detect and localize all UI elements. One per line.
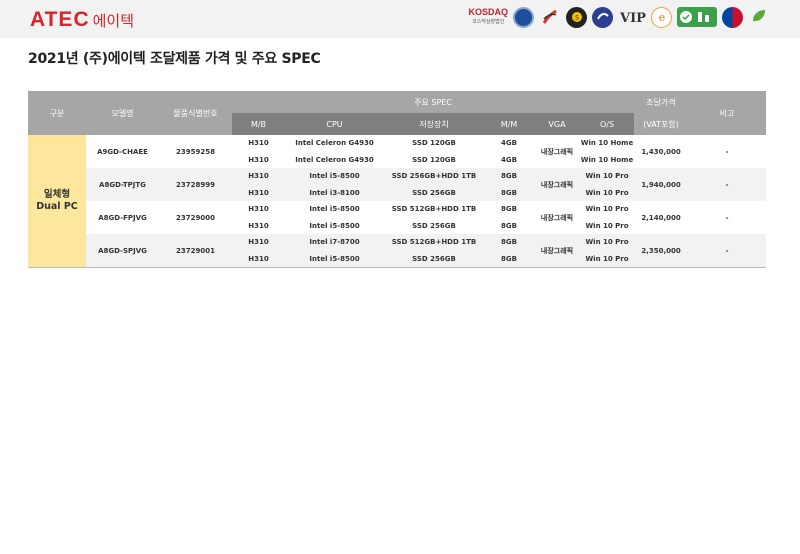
col-os: O/S (580, 113, 635, 135)
note-cell: - (688, 168, 767, 201)
product-id: 23728999 (159, 168, 232, 201)
note-cell: - (725, 147, 729, 156)
vga-cell: 내장그래픽 (540, 213, 574, 222)
mm-cell: 8GB (484, 184, 534, 201)
cpu-cell: Intel i5-8500 (309, 205, 360, 214)
storage-cell: SSD 256GB+HDD 1TB (384, 168, 484, 185)
mb-cell: H310 (248, 139, 269, 148)
mb-cell: H310 (232, 250, 285, 268)
mb-cell: H310 (232, 184, 285, 201)
storage-cell: SSD 120GB (412, 155, 456, 164)
product-id: 23729000 (176, 213, 215, 222)
page-title: 2021년 (주)에이텍 조달제품 가격 및 주요 SPEC (28, 51, 321, 67)
storage-cell: SSD 512GB+HDD 1TB (391, 205, 477, 214)
spec-price-table: 구분 모델명 물품식별번호 주요 SPEC 조달가격 비고 M/B CPU 저장… (28, 91, 767, 268)
mm-cell: 8GB (484, 234, 534, 251)
vga-cell: 내장그래픽 (540, 147, 574, 156)
certification-seal-icon (513, 6, 534, 28)
vip-logo-icon: VIP (618, 6, 646, 28)
logo-subtext: 에이텍 (92, 12, 135, 30)
mb-cell: H310 (248, 205, 269, 214)
kosdaq-badge: KOSDAQ 코스닥상장법인 (468, 7, 508, 25)
category-cell: 일체형 Dual PC (28, 135, 86, 268)
svg-text:S: S (575, 15, 579, 22)
mm-cell: 8GB (501, 221, 517, 230)
svg-text:VIP: VIP (619, 11, 646, 26)
mb-cell: H310 (232, 168, 285, 185)
col-spec-group: 주요 SPEC (232, 91, 635, 113)
col-storage: 저장장치 (384, 113, 484, 135)
os-cell: Win 10 Home (580, 155, 634, 164)
storage-cell: SSD 512GB+HDD 1TB (384, 234, 484, 251)
table-row: A8GD-TPJTG 23728999 H310 Intel i5-8500 S… (28, 168, 767, 201)
mm-cell: 8GB (484, 250, 534, 268)
storage-cell: SSD 256GB (384, 184, 484, 201)
price-cell: 2,350,000 (634, 234, 689, 268)
price-cell: 1,430,000 (641, 147, 681, 156)
mm-cell: 4GB (501, 155, 517, 164)
os-cell: Win 10 Pro (585, 221, 629, 230)
col-cpu: CPU (285, 113, 384, 135)
model-name: A8GD-FPJVG (98, 213, 147, 222)
storage-cell: SSD 120GB (412, 139, 456, 148)
table-row: 일체형 Dual PC A9GD-CHAEE 23959258 H310 Inte… (28, 135, 766, 268)
col-mb: M/B (232, 113, 285, 135)
atec-logo[interactable]: ATEC 에이텍 (30, 9, 134, 31)
os-cell: Win 10 Pro (580, 168, 635, 185)
ribbon-mark-icon (539, 6, 561, 28)
os-cell: Win 10 Pro (580, 184, 635, 201)
model-name: A8GD-TPJTG (86, 168, 159, 201)
eco-mark-icon: e (651, 6, 672, 28)
cpu-cell: Intel i5-8500 (285, 250, 384, 268)
col-price-vat: (VAT포함) (634, 113, 689, 135)
col-model: 모델명 (86, 91, 159, 135)
model-name: A8GD-SPJVG (86, 234, 159, 268)
os-cell: Win 10 Home (580, 139, 634, 148)
note-cell: - (725, 213, 729, 222)
cpu-cell: Intel i3-8100 (285, 184, 384, 201)
product-id: 23729001 (159, 234, 232, 268)
green-product-icons (677, 7, 717, 27)
mm-cell: 8GB (484, 168, 534, 185)
mb-cell: H310 (232, 234, 285, 251)
col-price: 조달가격 (634, 91, 689, 113)
note-cell: - (688, 234, 767, 268)
logo-mark: ATEC (30, 8, 90, 31)
cpu-cell: Intel Celeron G4930 (295, 139, 374, 148)
mm-cell: 8GB (501, 205, 517, 214)
cpu-cell: Intel i7-8700 (285, 234, 384, 251)
header-row-1: 구분 모델명 물품식별번호 주요 SPEC 조달가격 비고 (28, 91, 767, 135)
vga-cell: 내장그래픽 (534, 168, 580, 201)
os-cell: Win 10 Pro (585, 205, 629, 214)
certification-badges: KOSDAQ 코스닥상장법인 S VIP e (468, 6, 770, 28)
price-cell: 1,940,000 (634, 168, 689, 201)
os-cell: Win 10 Pro (580, 250, 635, 268)
price-cell: 2,140,000 (641, 213, 681, 222)
col-note: 비고 (688, 91, 767, 135)
cpu-cell: Intel i5-8500 (285, 168, 384, 185)
nep-mark-icon (748, 6, 770, 28)
top-bar: ATEC 에이텍 KOSDAQ 코스닥상장법인 S VIP e (0, 0, 800, 38)
col-mm: M/M (484, 113, 534, 135)
quality-seal-icon (592, 6, 613, 28)
storage-cell: SSD 256GB (412, 221, 456, 230)
col-product-id: 물품식별번호 (159, 91, 232, 135)
model-name: A9GD-CHAEE (97, 147, 148, 156)
mb-cell: H310 (248, 155, 269, 164)
product-id: 23959258 (176, 147, 215, 156)
cpu-cell: Intel i5-8500 (309, 221, 360, 230)
table-row: A8GD-SPJVG 23729001 H310 Intel i7-8700 S… (28, 234, 767, 268)
cpu-cell: Intel Celeron G4930 (295, 155, 374, 164)
col-category: 구분 (28, 91, 86, 135)
gs-certification-icon: S (566, 6, 587, 28)
mm-cell: 4GB (501, 139, 517, 148)
government-emblem-icon (722, 6, 743, 28)
col-vga: VGA (534, 113, 580, 135)
mb-cell: H310 (248, 221, 269, 230)
svg-text:e: e (658, 11, 665, 24)
os-cell: Win 10 Pro (580, 234, 635, 251)
table-row: A8GD-FPJVG 23729000 H310 Intel i5-8500 S… (28, 201, 766, 221)
vga-cell: 내장그래픽 (534, 234, 580, 268)
storage-cell: SSD 256GB (384, 250, 484, 268)
